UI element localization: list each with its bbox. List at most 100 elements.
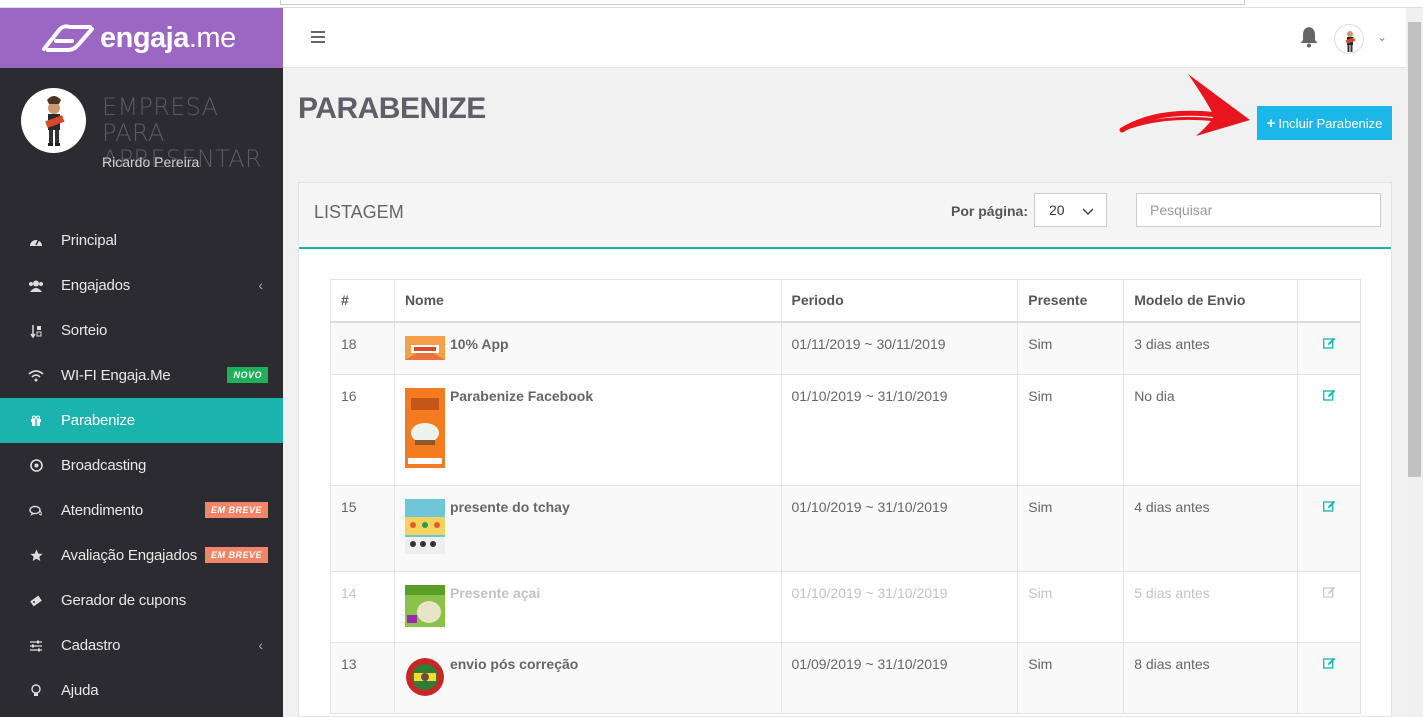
sidebar-item-cadastro[interactable]: Cadastro ‹ — [0, 623, 283, 668]
user-name: Ricardo Pereira — [102, 154, 200, 170]
sidebar-item-cupons[interactable]: Gerador de cupons — [0, 578, 283, 623]
broadcast-icon — [28, 458, 44, 474]
table-row[interactable]: 13 envio pós correção 01/09/2019 ~ 31/10… — [330, 642, 1361, 714]
thumbnail-image — [404, 499, 445, 554]
col-modelo-envio[interactable]: Modelo de Envio — [1123, 279, 1298, 323]
browser-top-strip — [0, 0, 1423, 8]
table-row[interactable]: 18 10% App 01/11/2019 ~ 30/11/2019 Sim 3… — [330, 321, 1361, 375]
wifi-icon — [28, 368, 44, 384]
col-presente[interactable]: Presente — [1017, 279, 1125, 323]
table-row[interactable]: 14 Presente açai 01/10/2019 ~ 31/10/2019… — [330, 571, 1361, 643]
sidebar-item-label: Parabenize — [61, 412, 135, 429]
thumbnail-image — [404, 657, 445, 697]
row-actions — [1297, 642, 1361, 714]
row-name[interactable]: presente do tchay — [450, 499, 570, 515]
chevron-down-icon — [1082, 203, 1094, 219]
row-name-cell: Parabenize Facebook — [393, 374, 782, 486]
chat-icon — [28, 503, 44, 519]
sidebar-item-parabenize[interactable]: Parabenize — [0, 398, 283, 443]
ticket-icon — [28, 593, 44, 609]
sort-icon — [28, 323, 44, 339]
listing-panel: LISTAGEM Por página: 20 # Nome Periodo P… — [298, 182, 1392, 717]
sidebar-item-label: Atendimento — [61, 502, 144, 519]
row-name-cell: presente do tchay — [393, 485, 782, 572]
listing-title: LISTAGEM — [314, 202, 404, 222]
page-title: PARABENIZE — [298, 92, 486, 125]
thumbnail-image — [404, 335, 445, 360]
col-nome[interactable]: Nome — [393, 279, 782, 323]
plus-icon: + — [1266, 114, 1276, 132]
row-period: 01/11/2019 ~ 30/11/2019 — [780, 321, 1019, 375]
row-name-cell: envio pós correção — [393, 642, 782, 714]
avatar-image — [45, 96, 65, 146]
sidebar-item-label: Gerador de cupons — [61, 592, 187, 609]
chevron-down-icon[interactable]: ⌄ — [1377, 30, 1387, 44]
sidebar-item-label: Sorteio — [61, 322, 108, 339]
thumbnail-image — [404, 388, 445, 468]
sidebar-item-avaliacao[interactable]: Avaliação Engajados EM BREVE — [0, 533, 283, 578]
avatar[interactable] — [21, 88, 86, 153]
per-page-value: 20 — [1049, 202, 1065, 218]
page-scrollbar[interactable] — [1406, 8, 1423, 717]
add-button-label: Incluir Parabenize — [1278, 115, 1383, 131]
browser-address-bar — [280, 0, 1245, 5]
row-gift: Sim — [1017, 374, 1125, 486]
per-page-select[interactable]: 20 — [1034, 193, 1107, 227]
row-name[interactable]: 10% App — [450, 336, 509, 352]
brand-bar[interactable]: engaja .me — [0, 8, 283, 68]
chevron-left-icon: ‹ — [258, 277, 263, 293]
edit-icon[interactable] — [1308, 499, 1350, 515]
row-name[interactable]: Presente açai — [450, 585, 540, 601]
edit-icon[interactable] — [1308, 656, 1350, 672]
listing-header: LISTAGEM Por página: 20 — [299, 183, 1391, 249]
brand-logo[interactable]: engaja .me — [40, 22, 236, 55]
row-gift: Sim — [1017, 321, 1125, 375]
sidebar-item-wifi[interactable]: WI-FI Engaja.Me NOVO — [0, 353, 283, 398]
red-arrow-annotation — [1119, 74, 1250, 136]
edit-icon[interactable] — [1308, 388, 1350, 404]
table-row[interactable]: 15 presente do tchay 01/10/2019 ~ 31/10/… — [330, 485, 1361, 572]
sidebar-item-principal[interactable]: Principal — [0, 218, 283, 263]
search-input[interactable] — [1136, 193, 1381, 227]
new-badge: NOVO — [227, 367, 268, 383]
sidebar-item-ajuda[interactable]: Ajuda — [0, 668, 283, 713]
brand-suffix: .me — [188, 21, 236, 54]
edit-icon[interactable] — [1308, 585, 1350, 601]
row-actions — [1297, 374, 1361, 486]
bell-icon[interactable] — [1299, 26, 1319, 53]
sidebar-item-label: Avaliação Engajados — [61, 547, 198, 564]
row-name[interactable]: Parabenize Facebook — [450, 388, 593, 404]
sidebar-item-label: Engajados — [61, 277, 131, 294]
row-gift: Sim — [1017, 571, 1125, 643]
hamburger-icon[interactable] — [311, 31, 325, 43]
row-id: 13 — [330, 642, 395, 714]
edit-icon[interactable] — [1308, 336, 1350, 352]
per-page-label: Por página: — [951, 203, 1029, 219]
sidebar: engaja .me EMPRESA PARA APRESENTAR Ricard… — [0, 8, 283, 717]
bulb-icon — [28, 683, 44, 699]
add-parabenize-button[interactable]: + Incluir Parabenize — [1257, 106, 1392, 140]
table-header-row: # Nome Periodo Presente Modelo de Envio — [330, 279, 1361, 323]
sidebar-item-label: WI-FI Engaja.Me — [61, 367, 171, 384]
table-row[interactable]: 16 Parabenize Facebook 01/10/2019 ~ 31/1… — [330, 374, 1361, 486]
row-send-model: No dia — [1123, 374, 1298, 486]
col-id[interactable]: # — [330, 279, 395, 323]
sidebar-item-engajados[interactable]: Engajados ‹ — [0, 263, 283, 308]
chevron-left-icon: ‹ — [258, 637, 263, 653]
row-id: 15 — [330, 485, 395, 572]
brand-logo-icon — [42, 24, 94, 52]
row-gift: Sim — [1017, 642, 1125, 714]
row-period: 01/10/2019 ~ 31/10/2019 — [780, 374, 1019, 486]
scrollbar-thumb[interactable] — [1408, 22, 1421, 477]
users-icon — [28, 278, 44, 294]
header-avatar[interactable] — [1334, 24, 1364, 54]
row-gift: Sim — [1017, 485, 1125, 572]
row-name[interactable]: envio pós correção — [450, 656, 578, 672]
sidebar-item-broadcasting[interactable]: Broadcasting — [0, 443, 283, 488]
col-periodo[interactable]: Periodo — [780, 279, 1019, 323]
sidebar-item-sorteio[interactable]: Sorteio — [0, 308, 283, 353]
sidebar-item-atendimento[interactable]: Atendimento EM BREVE — [0, 488, 283, 533]
thumbnail-image — [404, 585, 445, 627]
star-icon — [28, 548, 44, 564]
sidebar-item-label: Ajuda — [61, 682, 99, 699]
